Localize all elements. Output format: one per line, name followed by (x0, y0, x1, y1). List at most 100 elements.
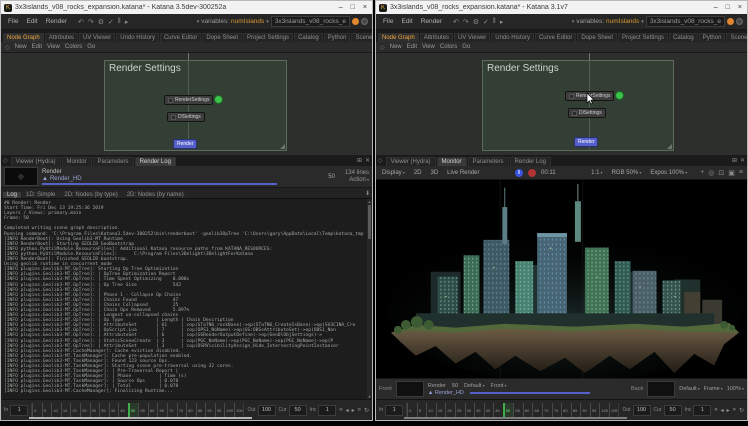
frame-tick-15[interactable]: 15 (61, 403, 71, 417)
front-buffer-thumbnail[interactable] (396, 381, 424, 397)
backdrop-node[interactable]: Render Settings (104, 60, 287, 151)
exposure-dropdown[interactable]: Expos 100% (648, 170, 689, 176)
tab-node-graph[interactable]: Node Graph (378, 33, 419, 42)
frame-tick-75[interactable]: 75 (177, 403, 187, 417)
frame-tick-0[interactable]: 0 (32, 403, 42, 417)
menu-edit[interactable]: Edit (398, 18, 415, 25)
redo-icon[interactable]: ↷ (88, 18, 94, 26)
frame-tick-85[interactable]: 85 (571, 403, 581, 417)
variables-value[interactable]: numIslands (606, 18, 639, 25)
increment-field[interactable]: 1 (693, 405, 711, 416)
frame-tick-60[interactable]: 60 (523, 403, 533, 417)
frame-tick-10[interactable]: 10 (426, 403, 436, 417)
node-render[interactable]: Render (574, 137, 598, 147)
mode-2d-button[interactable]: 2D (412, 170, 424, 176)
edit-flag[interactable] (569, 94, 574, 99)
tab-uv-viewer[interactable]: UV Viewer (454, 33, 490, 42)
close-button[interactable]: × (363, 4, 367, 11)
frame-tick-25[interactable]: 25 (455, 403, 465, 417)
scene-name-field[interactable]: 3x3islands_v08_rocks_e (646, 16, 725, 27)
gear-icon[interactable]: ⚙ (98, 18, 104, 26)
split-pane-icon[interactable]: ⊞ (732, 157, 737, 164)
pause-queue-icon[interactable]: ‖ (118, 18, 121, 26)
gear-icon[interactable]: ⚙ (473, 18, 479, 26)
scrollbar-thumb[interactable] (368, 205, 371, 239)
tab-scene[interactable]: Scene (351, 33, 372, 42)
frame-tick-105[interactable]: 105 (234, 403, 244, 417)
step-back-button[interactable]: ◂ (721, 407, 724, 414)
monitor-viewport[interactable] (376, 180, 747, 378)
go-to-end-button[interactable]: » (733, 407, 736, 414)
frame-tick-90[interactable]: 90 (205, 403, 215, 417)
save-log-icon[interactable]: ⬇ (365, 190, 370, 197)
frame-tick-70[interactable]: 70 (167, 403, 177, 417)
node-render[interactable]: Render (173, 139, 197, 149)
loop-button[interactable]: ↻ (739, 407, 744, 414)
tab-python[interactable]: Python (324, 33, 351, 42)
close-button[interactable]: × (738, 4, 742, 11)
nodegraph-menu-view[interactable]: View (47, 44, 60, 50)
frame-tick-95[interactable]: 95 (590, 403, 600, 417)
tab-dope-sheet[interactable]: Dope Sheet (202, 33, 242, 42)
play-queue-icon[interactable]: ▸ (125, 18, 129, 26)
tab-catalog[interactable]: Catalog (294, 33, 323, 42)
menu-edit[interactable]: Edit (23, 18, 40, 25)
render-thumbnail[interactable] (4, 167, 38, 186)
in-field[interactable]: 1 (10, 405, 28, 416)
in-field[interactable]: 1 (385, 405, 403, 416)
step-back-button[interactable]: ◂ (346, 407, 349, 414)
close-pane-icon[interactable]: ✕ (365, 157, 370, 164)
pixel-probe-icon[interactable]: + (700, 169, 704, 177)
frame-tick-40[interactable]: 40 (109, 403, 119, 417)
node-dlsettings[interactable]: DlSettings (568, 108, 606, 118)
frame-tick-55[interactable]: 55 (513, 403, 523, 417)
frame-tick-80[interactable]: 80 (561, 403, 571, 417)
pane-tab-render-log[interactable]: Render Log (510, 157, 551, 166)
pane-tab-viewer-hydra[interactable]: Viewer (Hydra) (11, 157, 61, 166)
display-dropdown[interactable]: Display (380, 170, 407, 176)
redo-icon[interactable]: ↷ (463, 18, 469, 26)
frame-tick-80[interactable]: 80 (186, 403, 196, 417)
tab-project-settings[interactable]: Project Settings (243, 33, 293, 42)
pane-tab-parameters[interactable]: Parameters (468, 157, 509, 166)
nodegraph-menu-view[interactable]: View (422, 44, 435, 50)
frame-tick-50[interactable]: 50 (503, 403, 514, 417)
tab-catalog[interactable]: Catalog (669, 33, 698, 42)
timeline-scrollbar[interactable] (404, 417, 627, 419)
frame-tick-95[interactable]: 95 (215, 403, 225, 417)
frame-tick-65[interactable]: 65 (532, 403, 542, 417)
frame-tick-25[interactable]: 25 (80, 403, 90, 417)
render-log-body[interactable]: #0 Render: Render Start Time: Fri Dec 13… (1, 198, 372, 399)
view-flag-icon[interactable] (214, 95, 223, 104)
node-graph-viewport[interactable]: Render Settings RenderSettings DlSetting… (1, 53, 372, 155)
node-rendersettings[interactable]: RenderSettings (164, 95, 213, 105)
frame-tick-65[interactable]: 65 (157, 403, 167, 417)
close-pane-icon[interactable]: ✕ (740, 157, 745, 164)
back-buffer-thumbnail[interactable] (647, 381, 675, 397)
frame-tick-70[interactable]: 70 (542, 403, 552, 417)
magnify-icon[interactable]: ◎ (708, 169, 714, 177)
frame-tick-100[interactable]: 100 (599, 403, 609, 417)
log-scrollbar[interactable]: ▴ ▾ (367, 199, 372, 399)
play-queue-icon[interactable]: ▸ (500, 18, 504, 26)
maximize-button[interactable]: □ (726, 4, 730, 11)
stop-render-icon[interactable] (528, 169, 536, 177)
nodegraph-menu-new[interactable]: New (390, 44, 402, 50)
backdrop-resize-handle[interactable] (667, 144, 672, 149)
loop-button[interactable]: ↻ (364, 407, 369, 414)
frame-tick-30[interactable]: 30 (90, 403, 100, 417)
nodegraph-menu-go[interactable]: Go (87, 44, 95, 50)
front-dropdown[interactable]: Front (491, 383, 507, 389)
action-dropdown[interactable]: Action (349, 177, 369, 183)
play-button[interactable]: ▸ (727, 407, 730, 414)
tab-uv-viewer[interactable]: UV Viewer (79, 33, 115, 42)
menu-file[interactable]: File (5, 18, 21, 25)
titlebar[interactable]: K 3x3islands_v08_rocks_expansion.katana*… (1, 1, 372, 14)
pane-icon[interactable]: ◇ (5, 44, 10, 51)
tab-python[interactable]: Python (699, 33, 726, 42)
live-render-label[interactable]: Live Render (445, 170, 481, 176)
current-frame-field[interactable]: 50 (289, 405, 307, 416)
render-indicator-icon[interactable] (727, 18, 734, 25)
undo-icon[interactable]: ↶ (453, 18, 459, 26)
titlebar[interactable]: K 3x3islands_v08_rocks_expansion.katana*… (376, 1, 747, 14)
